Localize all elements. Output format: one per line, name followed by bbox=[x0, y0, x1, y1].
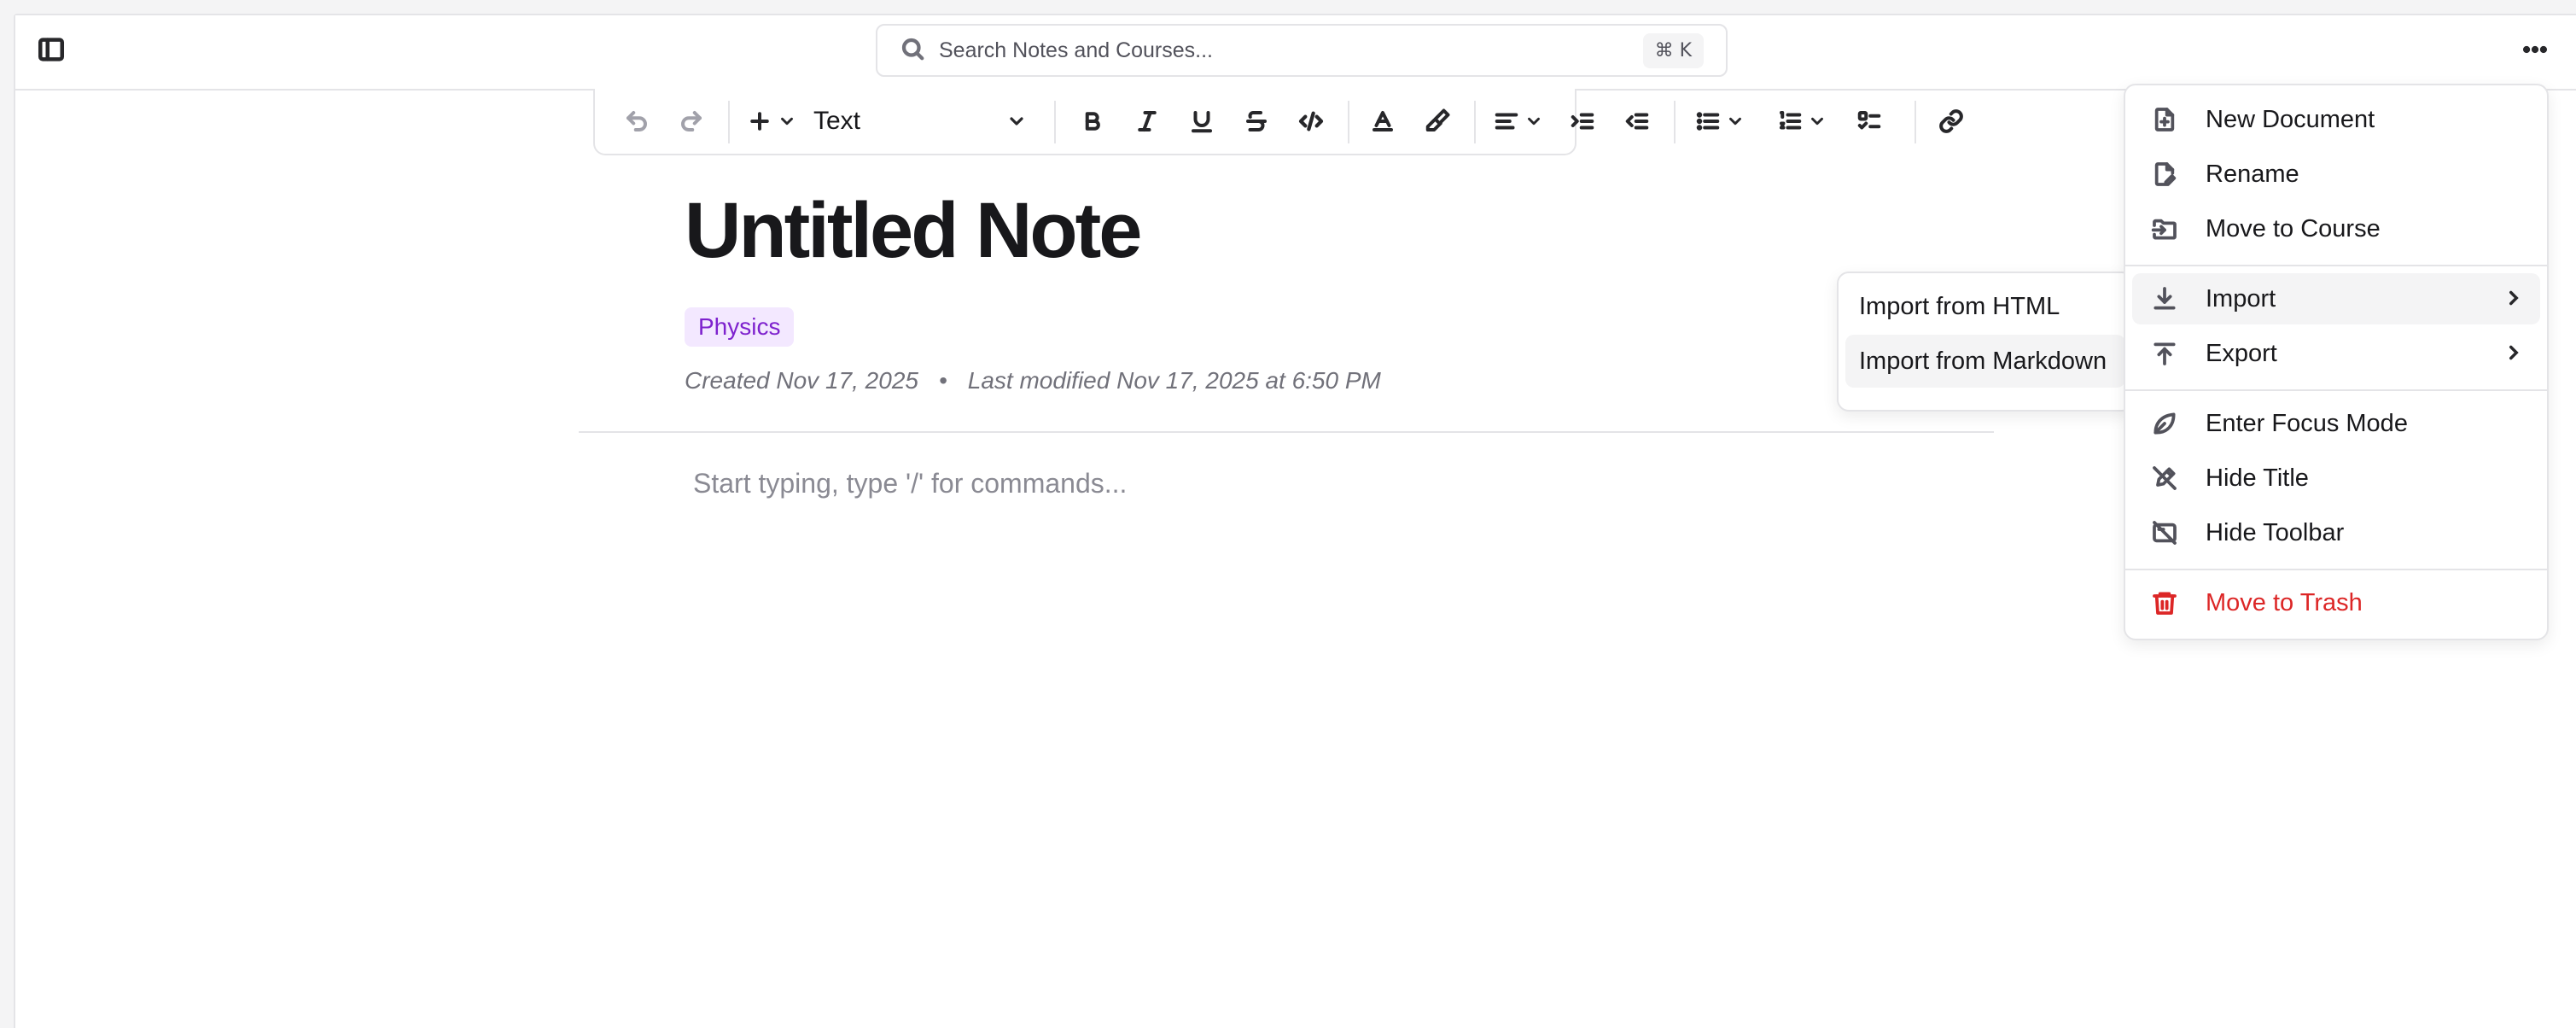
hide-toolbar-item[interactable]: Hide Toolbar bbox=[2132, 507, 2540, 558]
note-metadata: Created Nov 17, 2025 • Last modified Nov… bbox=[685, 367, 1381, 394]
new-document-item[interactable]: New Document bbox=[2132, 94, 2540, 145]
menu-item-label: Hide Title bbox=[2206, 464, 2309, 492]
list-ordered-icon bbox=[1780, 111, 1802, 130]
search-shortcut-badge: ⌘ K bbox=[1642, 32, 1704, 68]
undo-button[interactable] bbox=[615, 89, 658, 154]
indent-button[interactable] bbox=[1561, 89, 1604, 154]
chevron-down-icon bbox=[1010, 117, 1023, 126]
undo-icon bbox=[627, 111, 647, 131]
align-left-icon bbox=[1495, 113, 1518, 130]
redo-button[interactable] bbox=[670, 89, 713, 154]
menu-item-label: Enter Focus Mode bbox=[2206, 409, 2408, 437]
strikethrough-button[interactable] bbox=[1235, 89, 1278, 154]
meta-separator: • bbox=[938, 367, 947, 394]
import-submenu: Import from HTML Import from Markdown bbox=[1837, 272, 2134, 412]
indent-icon bbox=[1571, 113, 1594, 130]
import-from-html-item[interactable]: Import from HTML bbox=[1845, 280, 2125, 333]
toolbar-off-icon bbox=[2151, 519, 2178, 546]
block-type-select[interactable]: Text bbox=[813, 89, 1027, 154]
search-bar[interactable]: ⌘ K bbox=[876, 24, 1728, 77]
numbered-list-button[interactable] bbox=[1771, 89, 1833, 154]
insert-block-button[interactable] bbox=[742, 89, 801, 154]
download-icon bbox=[2151, 285, 2178, 312]
highlighter-icon bbox=[1425, 108, 1450, 131]
text-color-button[interactable] bbox=[1361, 89, 1404, 154]
italic-icon bbox=[1138, 111, 1157, 131]
code-icon bbox=[1298, 111, 1324, 131]
sidebar-toggle-icon bbox=[37, 35, 66, 68]
created-date: Created Nov 17, 2025 bbox=[685, 367, 918, 394]
task-list-button[interactable] bbox=[1848, 89, 1891, 154]
pen-off-icon bbox=[2151, 464, 2178, 492]
block-type-label: Text bbox=[813, 107, 861, 135]
plus-icon bbox=[750, 112, 769, 131]
menu-item-label: Move to Trash bbox=[2206, 588, 2363, 616]
move-to-course-item[interactable]: Move to Course bbox=[2132, 203, 2540, 254]
chevron-right-icon bbox=[2503, 287, 2525, 313]
hide-title-item[interactable]: Hide Title bbox=[2132, 453, 2540, 504]
chevron-down-icon bbox=[1528, 117, 1540, 126]
menu-item-label: Export bbox=[2206, 339, 2277, 367]
menu-item-label: New Document bbox=[2206, 105, 2375, 133]
import-from-markdown-item[interactable]: Import from Markdown bbox=[1845, 335, 2125, 388]
trash-icon bbox=[2151, 589, 2178, 616]
folder-input-icon bbox=[2151, 215, 2178, 242]
bold-button[interactable] bbox=[1071, 89, 1114, 154]
menu-item-label: Import from Markdown bbox=[1859, 347, 2107, 375]
bullet-list-button[interactable] bbox=[1689, 89, 1751, 154]
chevron-right-icon bbox=[2503, 342, 2525, 368]
outdent-button[interactable] bbox=[1616, 89, 1658, 154]
enter-focus-mode-item[interactable]: Enter Focus Mode bbox=[2132, 398, 2540, 449]
course-tag[interactable]: Physics bbox=[685, 307, 795, 347]
strikethrough-icon bbox=[1246, 111, 1267, 131]
list-icon bbox=[1696, 112, 1720, 131]
leaf-icon bbox=[2151, 410, 2178, 437]
chevron-down-icon bbox=[781, 117, 793, 126]
formatting-toolbar: Text bbox=[593, 89, 1963, 155]
list-checks-icon bbox=[1857, 111, 1881, 130]
redo-icon bbox=[681, 111, 702, 131]
more-horizontal-icon bbox=[2521, 35, 2550, 68]
chevron-down-icon bbox=[1811, 117, 1823, 126]
highlight-button[interactable] bbox=[1416, 89, 1459, 154]
file-plus-icon bbox=[2151, 106, 2178, 133]
search-input[interactable] bbox=[937, 37, 1643, 64]
underline-button[interactable] bbox=[1180, 89, 1223, 154]
italic-button[interactable] bbox=[1126, 89, 1169, 154]
underline-icon bbox=[1192, 111, 1212, 133]
align-button[interactable] bbox=[1488, 89, 1549, 154]
app-window: ⌘ K Text bbox=[14, 14, 2576, 1028]
menu-item-label: Hide Toolbar bbox=[2206, 518, 2345, 546]
file-pen-icon bbox=[2151, 161, 2178, 188]
text-color-icon bbox=[1373, 111, 1393, 131]
chevron-down-icon bbox=[1729, 117, 1741, 126]
sidebar-toggle-button[interactable] bbox=[27, 27, 75, 75]
code-button[interactable] bbox=[1290, 89, 1332, 154]
link-icon bbox=[1939, 109, 1963, 133]
outdent-icon bbox=[1625, 113, 1649, 130]
search-icon bbox=[877, 36, 925, 66]
note-title[interactable]: Untitled Note bbox=[685, 186, 1142, 276]
content-divider bbox=[579, 431, 1994, 433]
menu-item-label: Rename bbox=[2206, 160, 2299, 188]
rename-item[interactable]: Rename bbox=[2132, 149, 2540, 200]
more-options-button[interactable] bbox=[2511, 27, 2559, 75]
link-button[interactable] bbox=[1930, 89, 1973, 154]
upload-icon bbox=[2151, 340, 2178, 367]
menu-item-label: Import bbox=[2206, 284, 2276, 312]
document-options-menu: New Document Rename Move to Course Impor… bbox=[2124, 84, 2549, 640]
menu-item-label: Import from HTML bbox=[1859, 292, 2060, 320]
import-item[interactable]: Import bbox=[2132, 273, 2540, 324]
bold-icon bbox=[1085, 112, 1100, 131]
move-to-trash-item[interactable]: Move to Trash bbox=[2132, 577, 2540, 628]
menu-item-label: Move to Course bbox=[2206, 214, 2381, 242]
export-item[interactable]: Export bbox=[2132, 328, 2540, 379]
modified-date: Last modified Nov 17, 2025 at 6:50 PM bbox=[967, 367, 1381, 394]
editor-body[interactable]: Start typing, type '/' for commands... bbox=[693, 468, 1127, 499]
top-bar: ⌘ K bbox=[15, 15, 2576, 91]
